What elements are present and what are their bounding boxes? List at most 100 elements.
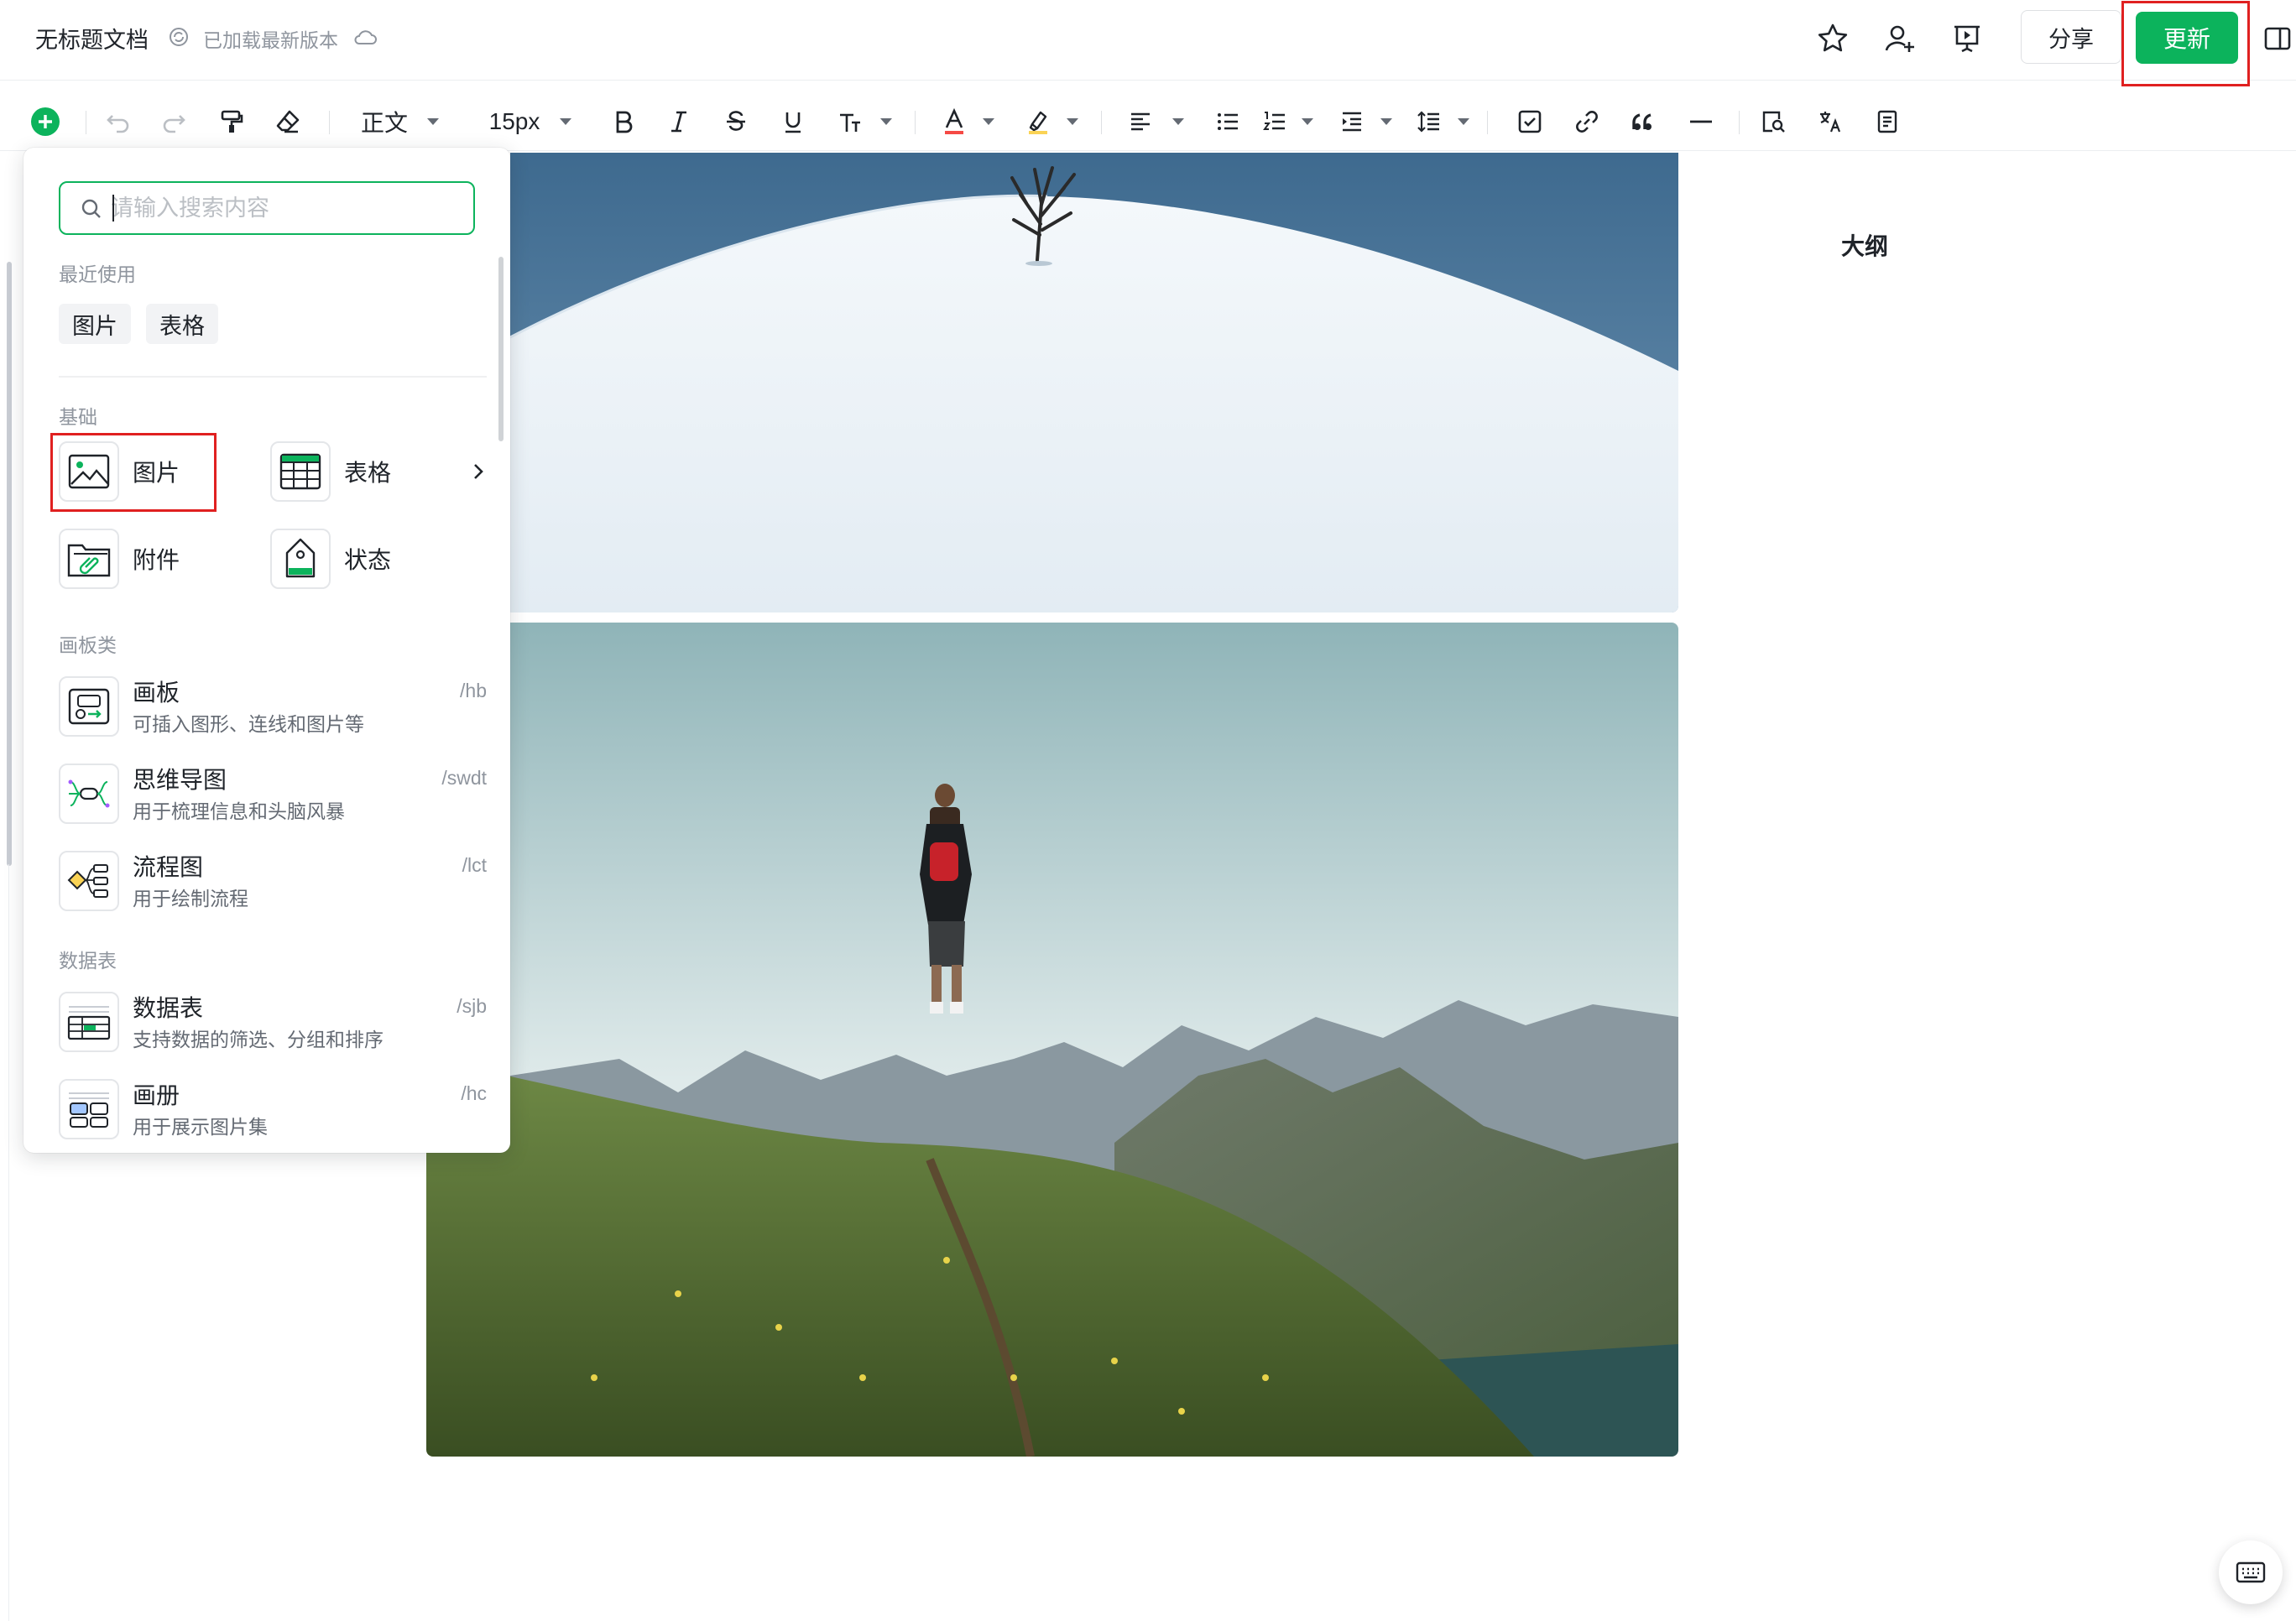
highlight-icon[interactable]: [1019, 101, 1057, 143]
flowchart-icon: [59, 851, 119, 911]
basic-section-title: 基础: [59, 407, 97, 429]
sync-icon: [168, 26, 190, 48]
document-image-hiker[interactable]: [426, 623, 1678, 1457]
search-box[interactable]: [59, 181, 475, 235]
datatable-icon: [59, 992, 119, 1052]
data-item-album[interactable]: 画册 用于展示图片集 /hc: [59, 1077, 487, 1148]
bold-icon[interactable]: [604, 101, 643, 143]
translate-icon[interactable]: [1811, 101, 1850, 143]
list-item-title: 思维导图: [133, 766, 227, 794]
status-tag-icon: [270, 529, 331, 589]
chevron-down-icon[interactable]: [425, 101, 441, 143]
document-image-winter-tree[interactable]: [510, 153, 1678, 612]
checkbox-icon[interactable]: [1511, 101, 1549, 143]
basic-item-label: 状态: [344, 546, 392, 574]
clear-format-icon[interactable]: [269, 101, 307, 143]
recent-section-title: 最近使用: [59, 264, 136, 286]
section-divider: [59, 376, 487, 378]
list-item-description: 用于绘制流程: [133, 889, 248, 910]
cloud-icon: [352, 26, 378, 48]
update-highlight-box: [2121, 1, 2250, 86]
align-icon[interactable]: [1121, 101, 1160, 143]
keyboard-icon: [2236, 1561, 2266, 1584]
indent-icon[interactable]: [1333, 101, 1371, 143]
text-style-icon[interactable]: [831, 101, 869, 143]
board-section-title: 画板类: [59, 635, 117, 657]
list-item-title: 流程图: [133, 853, 204, 881]
chevron-down-icon[interactable]: [1299, 101, 1316, 143]
search-input[interactable]: [111, 190, 463, 227]
chevron-down-icon[interactable]: [557, 101, 574, 143]
link-icon[interactable]: [1568, 101, 1606, 143]
chevron-down-icon[interactable]: [1455, 101, 1472, 143]
data-item-datatable[interactable]: 数据表 支持数据的筛选、分组和排序 /sjb: [59, 990, 487, 1061]
list-item-description: 用于展示图片集: [133, 1117, 268, 1139]
formatting-toolbar: 正文 15px: [0, 92, 2296, 151]
whiteboard-icon: [59, 676, 119, 737]
chevron-down-icon[interactable]: [878, 101, 895, 143]
table-icon: [270, 441, 331, 502]
image-item-highlight-box: [50, 433, 217, 512]
strikethrough-icon[interactable]: [717, 101, 755, 143]
album-icon: [59, 1079, 119, 1139]
board-item-flowchart[interactable]: 流程图 用于绘制流程 /lct: [59, 849, 487, 920]
text-cursor: [112, 195, 114, 222]
basic-item-table[interactable]: 表格: [270, 440, 487, 503]
add-collaborator-icon[interactable]: [1880, 18, 1920, 59]
chevron-right-icon: [470, 461, 487, 482]
basic-item-attachment[interactable]: 附件: [59, 527, 180, 591]
sync-status: 已加载最新版本: [203, 30, 338, 52]
chevron-down-icon[interactable]: [1064, 101, 1081, 143]
redo-icon[interactable]: [154, 101, 193, 143]
italic-icon[interactable]: [660, 101, 698, 143]
board-item-whiteboard[interactable]: 画板 可插入图形、连线和图片等 /hb: [59, 675, 487, 745]
left-edge: [8, 864, 9, 1621]
list-item-shortcut: /swdt: [441, 767, 487, 789]
format-painter-icon[interactable]: [211, 101, 250, 143]
presentation-icon[interactable]: [1947, 18, 1987, 59]
document-title[interactable]: 无标题文档: [35, 22, 149, 55]
add-block-icon[interactable]: [25, 101, 65, 143]
chevron-down-icon[interactable]: [1378, 101, 1395, 143]
keyboard-shortcuts-button[interactable]: [2219, 1540, 2283, 1604]
sidebar-toggle-icon[interactable]: [2257, 18, 2296, 59]
recent-item-table[interactable]: 表格: [146, 304, 218, 344]
search-icon: [81, 198, 102, 220]
quote-icon[interactable]: [1625, 101, 1663, 143]
left-scrollbar[interactable]: [7, 262, 12, 866]
paragraph-style-select[interactable]: 正文: [359, 101, 410, 143]
note-icon[interactable]: [1868, 101, 1907, 143]
list-item-description: 可插入图形、连线和图片等: [133, 714, 364, 736]
star-icon[interactable]: [1813, 18, 1853, 59]
font-color-icon[interactable]: [935, 101, 973, 143]
list-item-shortcut: /sjb: [457, 995, 487, 1017]
basic-item-label: 表格: [344, 459, 392, 487]
recent-item-image[interactable]: 图片: [59, 304, 131, 344]
board-item-mindmap[interactable]: 思维导图 用于梳理信息和头脑风暴 /swdt: [59, 762, 487, 832]
list-item-shortcut: /lct: [462, 854, 487, 876]
share-button[interactable]: 分享: [2021, 10, 2121, 64]
chevron-down-icon[interactable]: [1170, 101, 1187, 143]
data-section-title: 数据表: [59, 951, 117, 972]
mindmap-icon: [59, 764, 119, 824]
find-replace-icon[interactable]: [1754, 101, 1792, 143]
list-item-description: 用于梳理信息和头脑风暴: [133, 801, 345, 823]
top-header: 无标题文档 已加载最新版本 分享 更新: [0, 0, 2296, 86]
outline-title: 大纲: [1841, 232, 1889, 260]
list-item-title: 数据表: [133, 994, 204, 1022]
basic-item-status[interactable]: 状态: [270, 527, 391, 591]
attachment-icon: [59, 529, 119, 589]
list-item-description: 支持数据的筛选、分组和排序: [133, 1029, 384, 1051]
underline-icon[interactable]: [774, 101, 812, 143]
line-height-icon[interactable]: [1410, 101, 1448, 143]
undo-icon[interactable]: [99, 101, 138, 143]
list-item-title: 画册: [133, 1082, 180, 1109]
bullet-list-icon[interactable]: [1208, 101, 1247, 143]
font-size-select[interactable]: 15px: [483, 101, 545, 143]
list-item-shortcut: /hc: [461, 1082, 487, 1104]
divider-icon[interactable]: [1682, 101, 1720, 143]
chevron-down-icon[interactable]: [980, 101, 997, 143]
list-item-shortcut: /hb: [460, 680, 487, 701]
ordered-list-icon[interactable]: [1255, 101, 1294, 143]
panel-scrollbar[interactable]: [498, 257, 504, 441]
